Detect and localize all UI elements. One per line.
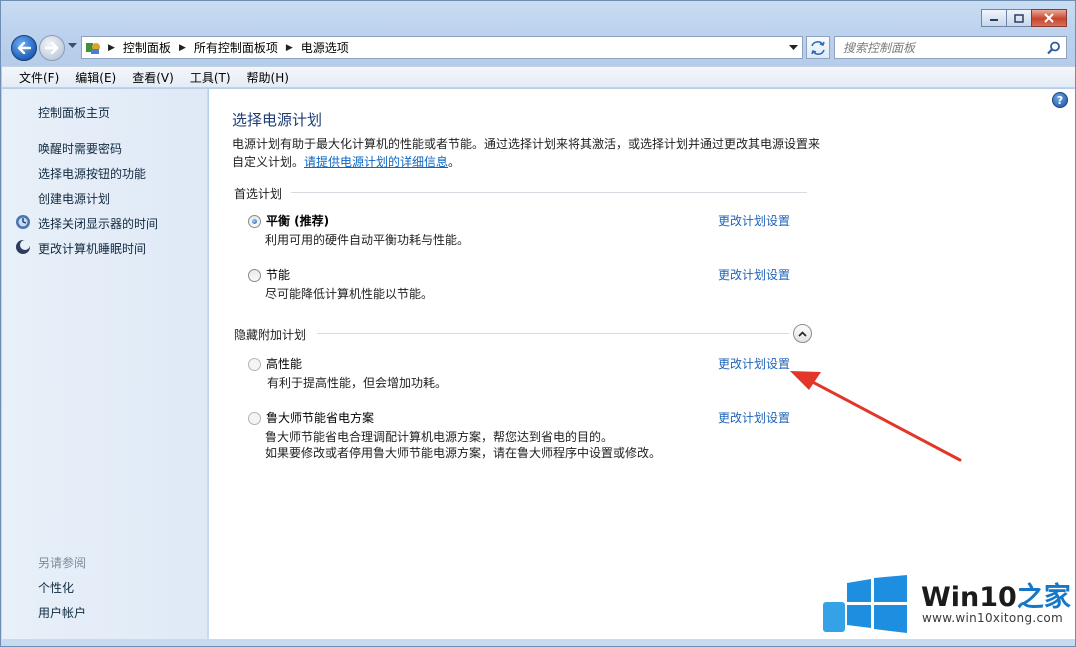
address-dropdown-icon[interactable] — [789, 45, 798, 51]
plan-high-performance-desc: 有利于提高性能，但会增加功耗。 — [267, 376, 448, 390]
caption-buttons — [981, 9, 1067, 27]
back-arrow-icon — [17, 42, 31, 54]
hidden-plans-heading: 隐藏附加计划 — [234, 328, 307, 342]
minimize-icon — [990, 19, 998, 21]
close-button[interactable] — [1031, 9, 1067, 27]
section-divider — [317, 333, 789, 334]
plan-balanced-radio[interactable] — [248, 215, 261, 228]
see-also-heading: 另请参阅 — [38, 556, 87, 570]
control-panel-icon — [82, 37, 104, 58]
plan-balanced-change-link[interactable]: 更改计划设置 — [718, 212, 790, 229]
sidebar-item-power-button[interactable]: 选择电源按钮的功能 — [38, 165, 146, 182]
maximize-button[interactable] — [1006, 9, 1032, 27]
preferred-plans-heading: 首选计划 — [234, 187, 283, 201]
description-end: 。 — [448, 155, 461, 169]
plan-details-link[interactable]: 请提供电源计划的详细信息 — [304, 155, 448, 169]
refresh-icon — [811, 40, 825, 55]
sidebar-item-wake-password[interactable]: 唤醒时需要密码 — [38, 140, 122, 157]
page-title: 选择电源计划 — [232, 111, 323, 129]
back-button[interactable] — [11, 35, 37, 61]
control-panel-home-link[interactable]: 控制面板主页 — [38, 104, 110, 121]
watermark-brand: Win10之家 — [921, 582, 1071, 613]
menu-tools[interactable]: 工具(T) — [182, 69, 239, 86]
breadcrumb-control-panel[interactable]: 控制面板 — [119, 39, 175, 56]
forward-arrow-icon — [45, 42, 59, 54]
plan-ludashi-desc-line2: 如果要修改或者停用鲁大师节能电源方案，请在鲁大师程序中设置或修改。 — [265, 446, 662, 460]
menu-file[interactable]: 文件(F) — [11, 69, 67, 86]
monitor-icon — [16, 215, 30, 229]
annotation-arrow — [790, 371, 962, 462]
maximize-icon — [1014, 13, 1024, 23]
plan-power-saver-name[interactable]: 节能 — [266, 266, 290, 283]
search-box — [834, 36, 1067, 59]
search-input[interactable] — [835, 37, 1035, 58]
menu-view[interactable]: 查看(V) — [124, 69, 182, 86]
plan-ludashi-change-link[interactable]: 更改计划设置 — [718, 409, 790, 426]
breadcrumb-separator-icon[interactable]: ▶ — [175, 43, 190, 53]
section-divider — [291, 192, 807, 193]
plan-balanced-desc: 利用可用的硬件自动平衡功耗与性能。 — [265, 233, 470, 247]
plan-high-performance-change-link[interactable]: 更改计划设置 — [718, 355, 790, 372]
menu-help[interactable]: 帮助(H) — [239, 69, 297, 86]
left-task-pane: 控制面板主页 唤醒时需要密码 选择电源按钮的功能 创建电源计划 选择关闭显示器的… — [2, 89, 208, 639]
sidebar-item-display-off[interactable]: 选择关闭显示器的时间 — [38, 215, 158, 232]
breadcrumb-separator-icon[interactable]: ▶ — [282, 43, 297, 53]
moon-icon — [16, 240, 30, 254]
recent-pages-dropdown-icon[interactable] — [68, 43, 77, 49]
explorer-window: ▶ 控制面板 ▶ 所有控制面板项 ▶ 电源选项 文件(F) 编辑(E) 查看(V… — [0, 0, 1076, 647]
chevron-up-icon — [798, 330, 807, 337]
page-description: 电源计划有助于最大化计算机的性能或者节能。通过选择计划来将其激活，或选择计划并通… — [232, 135, 822, 171]
see-also-personalization-link[interactable]: 个性化 — [38, 579, 74, 596]
help-icon[interactable]: ? — [1052, 92, 1068, 108]
bird-icon — [823, 602, 845, 632]
minimize-button[interactable] — [981, 9, 1007, 27]
menu-edit[interactable]: 编辑(E) — [67, 69, 124, 86]
plan-ludashi-name[interactable]: 鲁大师节能省电方案 — [266, 409, 374, 426]
plan-high-performance-name[interactable]: 高性能 — [266, 355, 302, 372]
plan-ludashi-radio[interactable] — [248, 412, 261, 425]
refresh-button[interactable] — [806, 36, 830, 59]
plan-ludashi-desc-line1: 鲁大师节能省电合理调配计算机电源方案，帮您达到省电的目的。 — [265, 430, 614, 444]
navigation-bar: ▶ 控制面板 ▶ 所有控制面板项 ▶ 电源选项 — [9, 33, 1069, 61]
search-icon[interactable] — [1047, 41, 1061, 55]
sidebar-item-sleep-time[interactable]: 更改计算机睡眠时间 — [38, 240, 146, 257]
plan-power-saver-change-link[interactable]: 更改计划设置 — [718, 266, 790, 283]
close-icon — [1044, 13, 1054, 23]
plan-high-performance-radio[interactable] — [248, 358, 261, 371]
collapse-hidden-plans-button[interactable] — [793, 324, 812, 343]
sidebar-item-create-plan[interactable]: 创建电源计划 — [38, 190, 110, 207]
breadcrumb-all-items[interactable]: 所有控制面板项 — [190, 39, 282, 56]
watermark-url: www.win10xitong.com — [922, 611, 1064, 625]
address-bar[interactable]: ▶ 控制面板 ▶ 所有控制面板项 ▶ 电源选项 — [81, 36, 803, 59]
watermark-logo: Win10之家 www.win10xitong.com — [823, 567, 1076, 639]
windows-logo-icon — [847, 575, 907, 633]
breadcrumb-separator-icon[interactable]: ▶ — [104, 43, 119, 53]
breadcrumb-power-options[interactable]: 电源选项 — [297, 39, 353, 56]
plan-balanced-name[interactable]: 平衡 (推荐) — [266, 212, 329, 229]
plan-power-saver-radio[interactable] — [248, 269, 261, 282]
menu-bar: 文件(F) 编辑(E) 查看(V) 工具(T) 帮助(H) — [2, 66, 1075, 88]
see-also-user-accounts-link[interactable]: 用户帐户 — [38, 604, 86, 621]
plan-power-saver-desc: 尽可能降低计算机性能以节能。 — [265, 287, 434, 301]
forward-button[interactable] — [39, 35, 65, 61]
